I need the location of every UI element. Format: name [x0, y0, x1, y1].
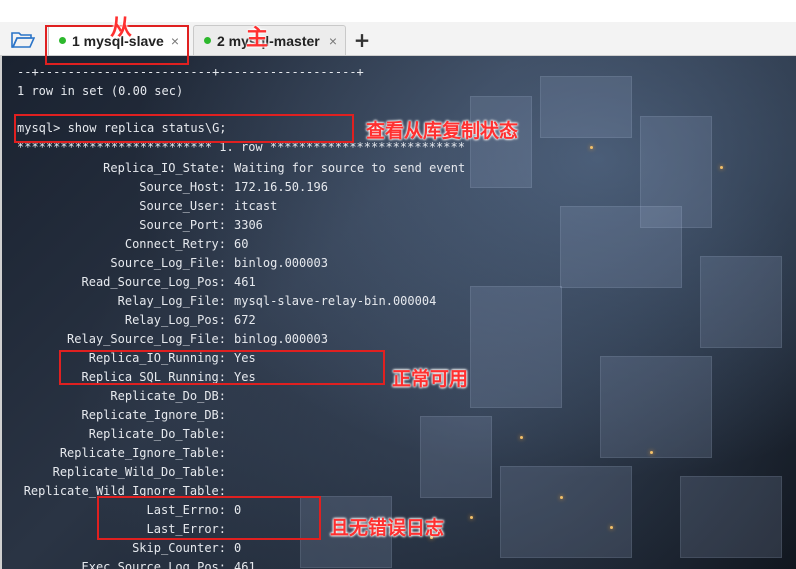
window-left-edge — [0, 56, 2, 569]
status-field-key: Source_User: — [139, 199, 226, 213]
open-folder-button[interactable] — [8, 28, 38, 50]
status-field-value: 3306 — [234, 218, 263, 232]
status-field-key: Replicate_Wild_Do_Table: — [52, 465, 226, 479]
check-status-annotation: 查看从库复制状态 — [366, 120, 519, 142]
master-annotation: 主 — [246, 26, 269, 51]
status-field-key: Replicate_Ignore_Table: — [59, 446, 226, 460]
running-status-highlight-box — [59, 350, 385, 385]
status-field-value: 672 — [234, 313, 256, 327]
row-count-text: 1 row in set (0.00 sec) — [17, 84, 184, 98]
status-field-value: 60 — [234, 237, 249, 251]
status-field-value: 172.16.50.196 — [234, 180, 328, 194]
table-border-line: --+------------------------+------------… — [17, 65, 364, 79]
status-field-key: Connect_Retry: — [124, 237, 226, 251]
status-field-key: Relay_Log_Pos: — [124, 313, 226, 327]
status-field-key: Relay_Source_Log_File: — [67, 332, 226, 346]
status-field-key: Replicate_Ignore_DB: — [81, 408, 227, 422]
status-field-value: binlog.000003 — [234, 332, 328, 346]
status-field-key: Relay_Log_File: — [117, 294, 226, 308]
tab-mysql-master[interactable]: 2 mysql-master × — [193, 25, 346, 55]
status-field-key: Replica_IO_State: — [103, 161, 226, 175]
status-field-key: Exec_Source_Log_Pos: — [81, 560, 227, 569]
status-field-value: 461 — [234, 560, 256, 569]
slave-annotation: 从 — [110, 16, 133, 41]
status-field-key: Skip_Counter: — [132, 541, 226, 555]
no-error-annotation: 且无错误日志 — [330, 517, 445, 539]
status-field-row: Source_User: itcast — [0, 197, 796, 216]
status-field-row: Source_Port: 3306 — [0, 216, 796, 235]
add-tab-button[interactable]: + — [352, 28, 372, 52]
status-field-value: mysql-slave-relay-bin.000004 — [234, 294, 437, 308]
status-field-row: Source_Log_File: binlog.000003 — [0, 254, 796, 273]
status-field-row: Replicate_Do_Table: — [0, 425, 796, 444]
folder-icon — [11, 32, 35, 48]
status-field-key: Replicate_Do_Table: — [88, 427, 226, 441]
status-field-value: Waiting for source to send event — [234, 161, 466, 175]
status-field-row: Read_Source_Log_Pos: 461 — [0, 273, 796, 292]
running-ok-annotation: 正常可用 — [392, 368, 469, 390]
status-field-row: Replica_IO_State: Waiting for source to s… — [0, 159, 796, 178]
close-tab-icon[interactable]: × — [329, 33, 337, 49]
status-field-row: Relay_Log_Pos: 672 — [0, 311, 796, 330]
status-field-row: Exec_Source_Log_Pos: 461 — [0, 558, 796, 569]
status-field-value: itcast — [234, 199, 278, 213]
status-field-key: Read_Source_Log_Pos: — [81, 275, 227, 289]
status-field-row: Replicate_Wild_Do_Table: — [0, 463, 796, 482]
status-field-row: Source_Host: 172.16.50.196 — [0, 178, 796, 197]
status-field-row: Relay_Log_File: mysql-slave-relay-bin.000… — [0, 292, 796, 311]
status-field-key: Source_Port: — [139, 218, 226, 232]
status-field-value: binlog.000003 — [234, 256, 328, 270]
status-field-row: Replicate_Ignore_DB: — [0, 406, 796, 425]
connected-status-dot — [204, 37, 211, 44]
status-field-row: Skip_Counter: 0 — [0, 539, 796, 558]
status-field-value: 461 — [234, 275, 256, 289]
status-field-row: Connect_Retry: 60 — [0, 235, 796, 254]
status-field-key: Replicate_Do_DB: — [110, 389, 226, 403]
error-status-highlight-box — [97, 496, 321, 540]
status-field-key: Source_Host: — [139, 180, 226, 194]
command-highlight-box — [14, 114, 354, 143]
status-field-row: Relay_Source_Log_File: binlog.000003 — [0, 330, 796, 349]
tab-label: 2 mysql-master — [217, 32, 320, 49]
status-field-key: Source_Log_File: — [110, 256, 226, 270]
status-field-row: Replicate_Ignore_Table: — [0, 444, 796, 463]
status-field-value: 0 — [234, 541, 242, 555]
